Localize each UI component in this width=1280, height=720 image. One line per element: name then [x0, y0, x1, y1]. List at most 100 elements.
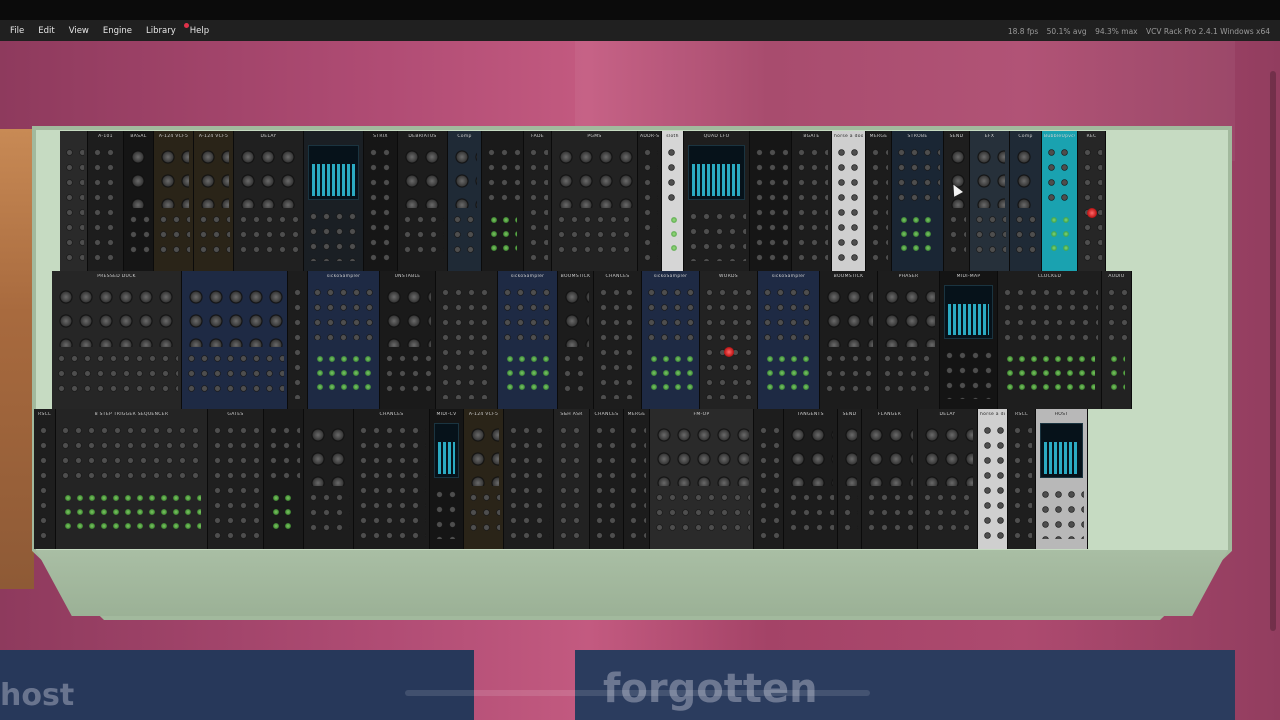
horizontal-scrollbar[interactable] — [405, 690, 870, 696]
module-knobs[interactable] — [922, 423, 973, 486]
rack-module[interactable]: DELAY — [234, 131, 304, 271]
module-jacks[interactable] — [1001, 285, 1098, 340]
module-jacks[interactable] — [59, 423, 204, 479]
module-jacks[interactable] — [921, 490, 974, 539]
rack-module[interactable]: MIDI-CV — [430, 409, 464, 549]
rack-module[interactable]: STRIX — [364, 131, 398, 271]
module-knobs[interactable] — [948, 145, 965, 208]
rack-module[interactable]: CHANCES — [590, 409, 624, 549]
module-jacks[interactable] — [439, 285, 494, 399]
rack-module[interactable] — [304, 409, 354, 549]
rack-module[interactable]: RSCL — [1008, 409, 1036, 549]
rack-module[interactable] — [436, 271, 498, 409]
module-jacks[interactable] — [795, 145, 828, 261]
module-jacks[interactable] — [1045, 145, 1074, 201]
module-jacks[interactable] — [451, 212, 478, 261]
module-jacks[interactable] — [561, 351, 590, 399]
rack-module[interactable] — [264, 409, 304, 549]
module-knobs[interactable] — [974, 145, 1005, 208]
rack-module[interactable]: A-124 VCF5 — [464, 409, 504, 549]
module-jacks[interactable] — [37, 423, 52, 539]
module-knobs[interactable] — [452, 145, 477, 208]
module-jacks[interactable] — [787, 490, 834, 539]
module-knobs[interactable] — [788, 423, 833, 486]
module-jacks[interactable] — [947, 212, 966, 261]
module-jacks[interactable] — [485, 145, 520, 201]
module-jacks[interactable] — [753, 145, 788, 261]
rack-module[interactable]: REC — [1078, 131, 1106, 271]
rack-module[interactable]: SEND — [838, 409, 862, 549]
rack-module[interactable]: MERGE — [624, 409, 650, 549]
module-jacks[interactable] — [401, 212, 444, 261]
rack-module[interactable]: CHANCES — [354, 409, 430, 549]
module-jacks[interactable] — [881, 351, 936, 399]
rack-module[interactable]: sloth — [662, 131, 684, 271]
module-jacks[interactable] — [307, 490, 350, 539]
module-jacks[interactable] — [823, 351, 874, 399]
module-jacks[interactable] — [943, 348, 994, 399]
module-jacks[interactable] — [757, 423, 780, 539]
module-knobs[interactable] — [402, 145, 443, 208]
menu-engine[interactable]: Engine — [96, 26, 139, 36]
module-jacks[interactable] — [597, 285, 638, 399]
module-jacks[interactable] — [237, 212, 300, 261]
module-knobs[interactable] — [562, 285, 589, 348]
module-jacks[interactable] — [865, 490, 914, 539]
module-knobs[interactable] — [198, 145, 229, 208]
rack-module[interactable]: sickoSampler — [642, 271, 700, 409]
module-jacks[interactable] — [267, 423, 300, 479]
rack-module[interactable]: PHASER — [878, 271, 940, 409]
rack-module[interactable]: A-124 VCF5 — [154, 131, 194, 271]
rack-module[interactable]: FADE — [524, 131, 552, 271]
module-knobs[interactable] — [824, 285, 873, 348]
rack-module[interactable]: PGMS — [552, 131, 638, 271]
rack-module[interactable]: horse a doodle — [978, 409, 1008, 549]
module-jacks[interactable] — [555, 212, 634, 261]
module-jacks[interactable] — [157, 212, 190, 261]
module-knobs[interactable] — [384, 285, 431, 348]
rack-module[interactable]: sickoSampler — [308, 271, 380, 409]
module-jacks[interactable] — [895, 145, 940, 201]
module-knobs[interactable] — [128, 145, 149, 208]
module-jacks[interactable] — [63, 145, 84, 261]
module-jacks[interactable] — [841, 490, 858, 539]
rack-module[interactable]: MIDI-MAP — [940, 271, 998, 409]
rack-module[interactable] — [750, 131, 792, 271]
menu-help[interactable]: Help — [183, 22, 216, 36]
menu-library[interactable]: Library — [139, 26, 183, 36]
module-jacks[interactable] — [1081, 145, 1102, 261]
module-jacks[interactable] — [501, 285, 554, 340]
module-jacks[interactable] — [507, 423, 550, 539]
module-jacks[interactable] — [1105, 285, 1128, 340]
rack-module[interactable]: ADDR-SEQ — [638, 131, 662, 271]
module-jacks[interactable] — [367, 145, 394, 261]
module-jacks[interactable] — [557, 423, 586, 539]
rack-module[interactable]: GATES — [208, 409, 264, 549]
module-jacks[interactable] — [291, 285, 304, 399]
rack-module[interactable] — [482, 131, 524, 271]
rack-module[interactable]: BASAL — [124, 131, 154, 271]
module-jacks[interactable] — [641, 145, 658, 261]
module-knobs[interactable] — [1014, 145, 1037, 208]
module-jacks[interactable] — [593, 423, 620, 539]
rack-module[interactable]: UNSTABLE — [380, 271, 436, 409]
module-jacks[interactable] — [703, 285, 754, 399]
module-knobs[interactable] — [238, 145, 299, 208]
rack-module[interactable]: FLANGER — [862, 409, 918, 549]
rack-module[interactable]: RSCL — [34, 409, 56, 549]
rack-module[interactable]: DEBRIATUS — [398, 131, 448, 271]
module-knobs[interactable] — [308, 423, 349, 486]
module-jacks[interactable] — [687, 209, 746, 261]
rack-module[interactable]: Comp — [448, 131, 482, 271]
rack-module[interactable]: CLOCKED — [998, 271, 1102, 409]
module-knobs[interactable] — [158, 145, 189, 208]
module-knobs[interactable] — [186, 285, 283, 348]
rack-module[interactable]: CHANCES — [594, 271, 642, 409]
module-knobs[interactable] — [56, 285, 177, 348]
module-jacks[interactable] — [835, 145, 862, 261]
module-jacks[interactable] — [127, 212, 150, 261]
rack-module[interactable]: A-124 VCF5 — [194, 131, 234, 271]
rack-module[interactable] — [182, 271, 288, 409]
module-jacks[interactable] — [645, 285, 696, 340]
rack-module[interactable]: STROBE — [892, 131, 944, 271]
